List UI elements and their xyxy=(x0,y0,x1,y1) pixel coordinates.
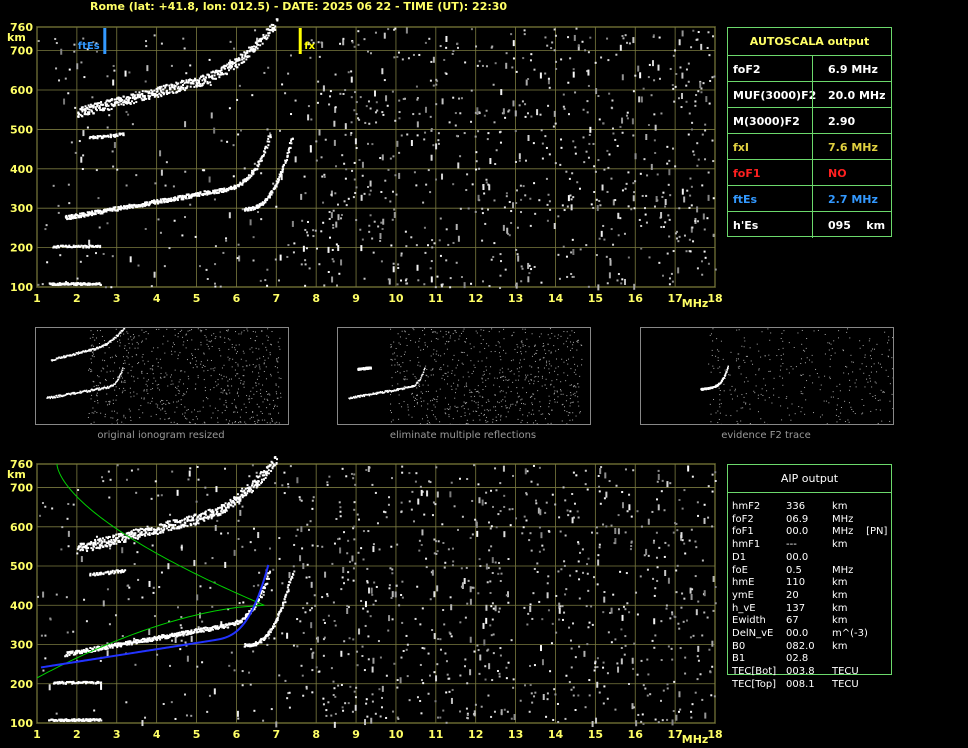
x-tick-label: 9 xyxy=(352,728,360,741)
aip-param-name: hmF2 xyxy=(732,501,761,512)
aip-param-name: foF2 xyxy=(732,513,754,525)
y-tick-label: 400 xyxy=(10,599,33,612)
aip-param-unit: km xyxy=(832,501,848,512)
x-tick-label: 12 xyxy=(468,728,483,741)
x-axis-label: MHz xyxy=(682,733,709,746)
aip-title: AIP output xyxy=(780,472,839,485)
x-tick-label: 3 xyxy=(113,728,121,741)
x-tick-label: 17 xyxy=(667,728,682,741)
y-tick-label: 700 xyxy=(10,482,33,495)
y-tick-label: 300 xyxy=(10,639,33,652)
aip-param-value: 082.0 xyxy=(786,640,815,652)
aip-param-name: hmF1 xyxy=(732,539,761,551)
ionogram-trace xyxy=(48,456,295,723)
aip-param-value: 00.0 xyxy=(786,551,809,563)
aip-param-value: 137 xyxy=(786,602,806,614)
y-tick-label: 500 xyxy=(10,560,33,573)
x-tick-label: 11 xyxy=(428,728,443,741)
x-tick-label: 13 xyxy=(508,728,523,741)
x-tick-label: 16 xyxy=(628,728,644,741)
aip-param-name: TEC[Bot] xyxy=(732,666,777,678)
aip-param-name: TEC[Top] xyxy=(732,678,777,690)
aip-param-name: h_vE xyxy=(732,602,756,614)
aip-param-unit: km xyxy=(832,577,848,589)
aip-param-unit: MHz xyxy=(832,513,854,525)
aip-param-value: 110 xyxy=(786,577,806,589)
aip-param-unit: km xyxy=(832,539,848,551)
x-tick-label: 18 xyxy=(707,728,722,741)
aip-param-value: 67 xyxy=(786,615,799,627)
x-tick-label: 15 xyxy=(588,728,603,741)
aip-param-unit: MHz [PN] xyxy=(832,526,888,538)
x-tick-label: 8 xyxy=(312,728,320,741)
y-tick-label: 100 xyxy=(10,717,33,730)
aip-param-unit: TECU xyxy=(832,666,859,678)
aip-param-unit: km xyxy=(832,602,848,614)
aip-param-unit: m^(-3) xyxy=(832,628,868,639)
electron-density-profile-green xyxy=(36,463,265,679)
noise-speckles xyxy=(37,464,717,728)
aip-param-value: 20 xyxy=(786,589,799,601)
aip-param-value: 00.0 xyxy=(786,526,809,538)
aip-param-unit: MHz xyxy=(832,564,854,576)
x-tick-label: 10 xyxy=(388,728,404,741)
x-tick-label: 6 xyxy=(233,728,241,741)
x-tick-label: 2 xyxy=(73,728,81,741)
aip-param-value: 336 xyxy=(786,501,806,512)
aip-param-name: DelN_vE xyxy=(732,628,774,639)
aip-param-unit: TECU xyxy=(832,678,859,690)
x-tick-label: 4 xyxy=(153,728,161,741)
aip-param-name: B1 xyxy=(732,653,746,665)
aip-param-value: 003.8 xyxy=(786,666,815,678)
aip-param-name: Ewidth xyxy=(732,615,766,627)
y-tick-label: 200 xyxy=(10,678,33,691)
y-tick-label: 600 xyxy=(10,521,33,534)
aip-param-name: D1 xyxy=(732,551,747,563)
aip-param-value: 00.0 xyxy=(786,628,809,639)
aip-param-name: foF1 xyxy=(732,526,754,538)
aip-param-name: hmE xyxy=(732,577,755,589)
x-tick-label: 7 xyxy=(272,728,280,741)
aip-param-value: --- xyxy=(786,539,797,551)
aip-param-name: ymE xyxy=(732,589,754,601)
aip-param-value: 008.1 xyxy=(786,678,815,690)
aip-param-name: B0 xyxy=(732,640,746,652)
aip-param-unit: km xyxy=(832,589,848,601)
x-tick-label: 14 xyxy=(548,728,564,741)
y-axis-label: km xyxy=(7,468,26,481)
aip-param-name: foE xyxy=(732,564,748,576)
aip-param-value: 0.5 xyxy=(786,564,802,576)
x-tick-label: 1 xyxy=(33,728,41,741)
aip-param-unit: km xyxy=(832,615,848,627)
aip-param-unit: km xyxy=(832,640,848,652)
aip-param-value: 02.8 xyxy=(786,653,809,665)
x-tick-label: 5 xyxy=(193,728,201,741)
aip-param-value: 06.9 xyxy=(786,513,809,525)
